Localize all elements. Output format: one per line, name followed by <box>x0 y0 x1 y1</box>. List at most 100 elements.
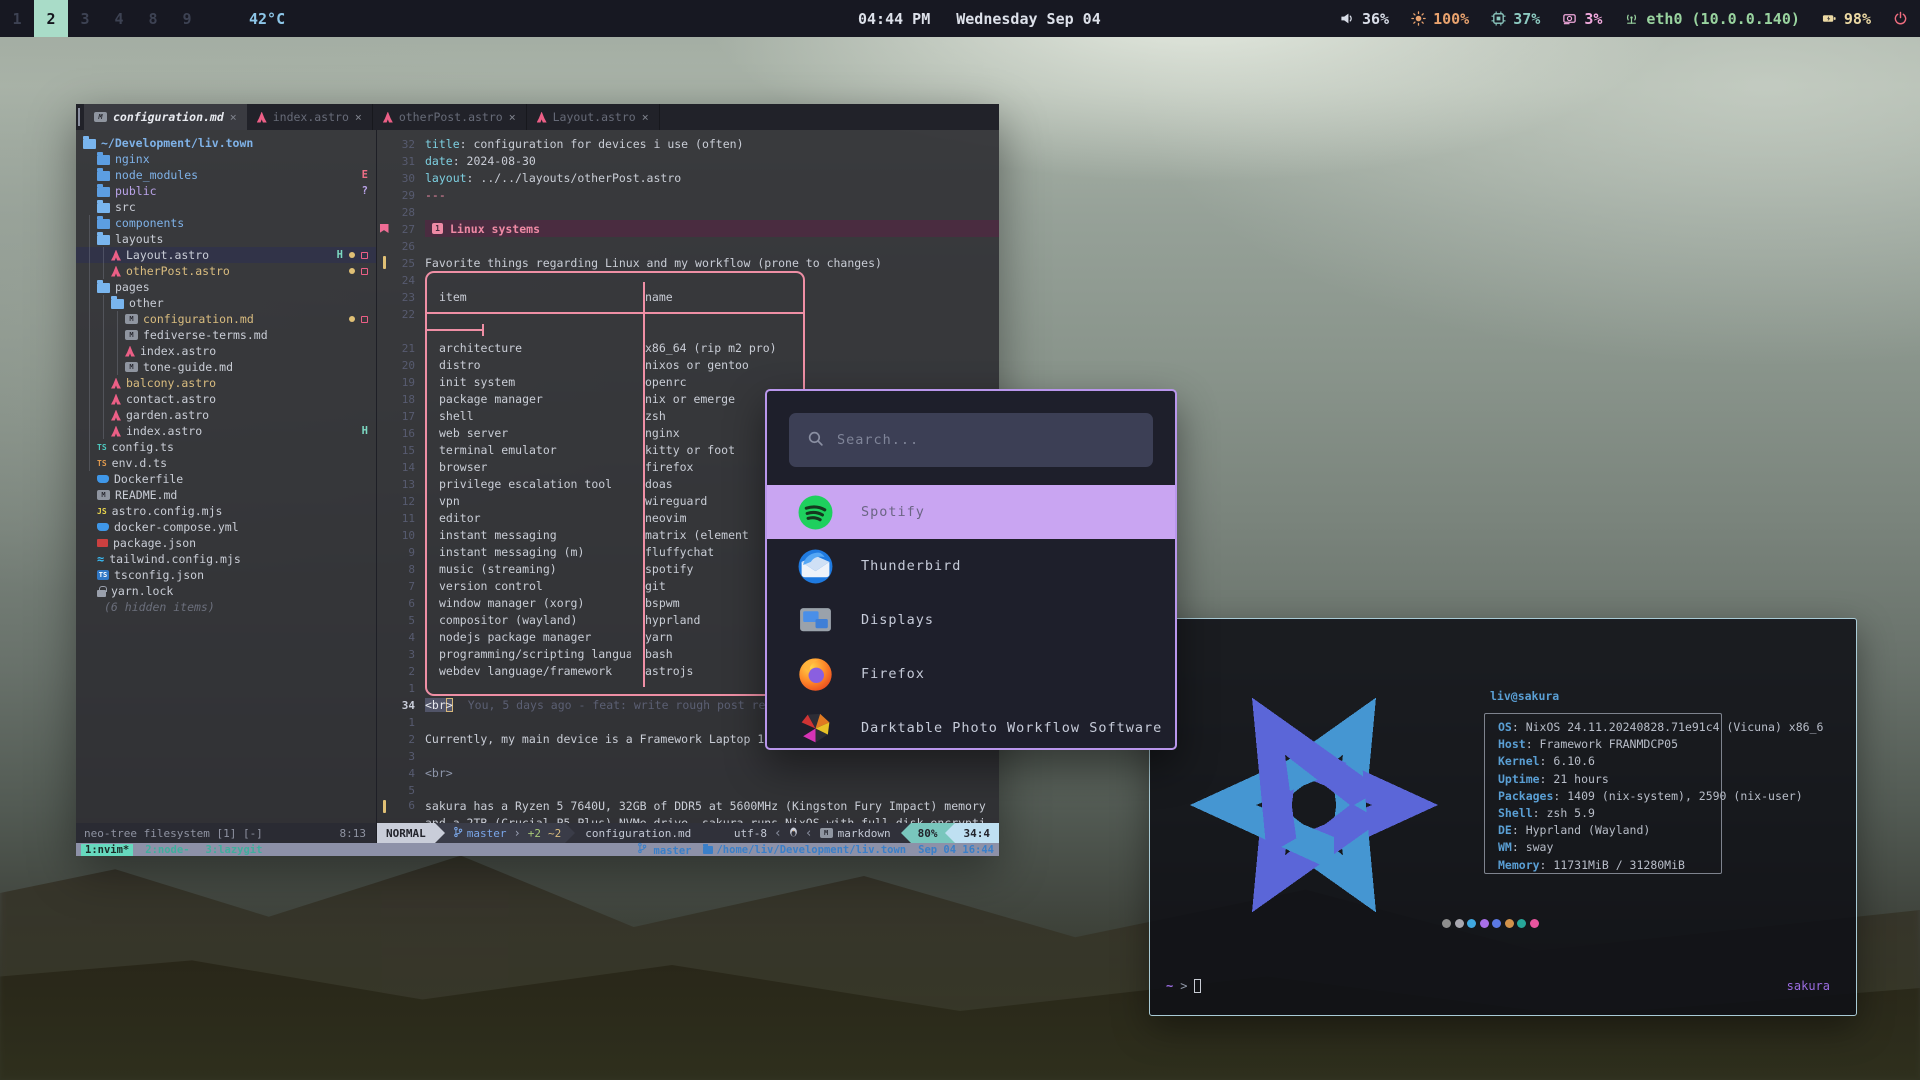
git-change-sign <box>383 256 386 269</box>
line-number: 7 <box>391 579 415 593</box>
tree-item-env.d.ts[interactable]: TSenv.d.ts <box>76 455 376 471</box>
git-changed-count: ~2 <box>548 827 561 840</box>
tree-item-configuration.md[interactable]: Mconfiguration.md <box>76 311 376 327</box>
line-number: 34 <box>391 698 415 712</box>
tree-item-package.json[interactable]: package.json <box>76 535 376 551</box>
tree-item-src[interactable]: src <box>76 199 376 215</box>
tmux-window-3:lazygit[interactable]: 3:lazygit <box>202 844 267 856</box>
module-volume[interactable]: 36% <box>1340 10 1389 28</box>
tmux-window-1:nvim*[interactable]: 1:nvim* <box>81 844 133 856</box>
time-value: 04:44 PM <box>858 10 930 28</box>
tree-item-config.ts[interactable]: TSconfig.ts <box>76 439 376 455</box>
md-icon: M <box>97 490 110 500</box>
module-gpu[interactable]: 3% <box>1562 10 1602 28</box>
tree-item-fediverse-terms.md[interactable]: Mfediverse-terms.md <box>76 327 376 343</box>
tree-item-docker-compose.yml[interactable]: docker-compose.yml <box>76 519 376 535</box>
tree-item-index.astro[interactable]: index.astroH <box>76 423 376 439</box>
workspace-8[interactable]: 8 <box>136 0 170 37</box>
editor-line: 24 <box>377 271 999 288</box>
launcher-item-Firefox[interactable]: Firefox <box>767 647 1175 701</box>
module-brightness[interactable]: 100% <box>1411 10 1469 28</box>
tree-item-nginx[interactable]: nginx <box>76 151 376 167</box>
markdown-table-row: version controlgit <box>425 577 805 594</box>
module-battery[interactable]: 98% <box>1822 10 1871 28</box>
file-encoding: utf-8 <box>734 827 767 840</box>
tree-item-pages[interactable]: pages <box>76 279 376 295</box>
vim-cursor: > <box>446 698 453 712</box>
launcher-item-Spotify[interactable]: Spotify <box>767 485 1175 539</box>
module-network[interactable]: eth0 (10.0.0.140) <box>1624 10 1800 28</box>
tab-configuration.md[interactable]: Mconfiguration.md× <box>84 104 247 130</box>
workspace-9[interactable]: 9 <box>170 0 204 37</box>
tree-item-other[interactable]: other <box>76 295 376 311</box>
statusline-filename: configuration.md <box>585 827 691 840</box>
app-list: SpotifyThunderbirdDisplaysFirefoxDarktab… <box>767 485 1175 748</box>
line-number: 13 <box>391 477 415 491</box>
tree-item-contact.astro[interactable]: contact.astro <box>76 391 376 407</box>
tree-item-tailwind.config.mjs[interactable]: ≈tailwind.config.mjs <box>76 551 376 567</box>
close-icon[interactable]: × <box>355 110 362 124</box>
tree-item-README.md[interactable]: MREADME.md <box>76 487 376 503</box>
launcher-item-Thunderbird[interactable]: Thunderbird <box>767 539 1175 593</box>
tree-item-tone-guide.md[interactable]: Mtone-guide.md <box>76 359 376 375</box>
modified-dot-icon <box>349 268 355 274</box>
unstaged-square-icon <box>361 252 368 259</box>
markdown-table-row: distronixos or gentoo <box>425 356 805 373</box>
tree-item-Dockerfile[interactable]: Dockerfile <box>76 471 376 487</box>
launcher-item-Displays[interactable]: Displays <box>767 593 1175 647</box>
shell-prompt[interactable]: ~ > <box>1166 979 1201 993</box>
tmux-window-2:node-[interactable]: 2:node- <box>141 844 193 856</box>
tree-item-components[interactable]: components <box>76 215 376 231</box>
tab-index.astro[interactable]: index.astro× <box>247 104 373 130</box>
editor-line: 25Favorite things regarding Linux and my… <box>377 254 999 271</box>
astro-icon <box>537 112 547 123</box>
markdown-table-row <box>425 679 805 696</box>
folder-open-icon <box>83 139 96 149</box>
docker-icon <box>97 523 109 531</box>
tab-Layout.astro[interactable]: Layout.astro× <box>527 104 660 130</box>
line-number: 22 <box>391 307 415 321</box>
tree-item-otherPost.astro[interactable]: otherPost.astro <box>76 263 376 279</box>
tree-item-tsconfig.json[interactable]: TStsconfig.json <box>76 567 376 583</box>
tree-item-yarn.lock[interactable]: yarn.lock <box>76 583 376 599</box>
close-icon[interactable]: × <box>509 110 516 124</box>
workspace-1[interactable]: 1 <box>0 0 34 37</box>
tree-item-(6 hidden items)[interactable]: (6 hidden items) <box>76 599 376 615</box>
tree-item-balcony.astro[interactable]: balcony.astro <box>76 375 376 391</box>
workspace-2[interactable]: 2 <box>34 0 68 37</box>
tab-otherPost.astro[interactable]: otherPost.astro× <box>373 104 527 130</box>
tree-item-public[interactable]: public? <box>76 183 376 199</box>
markdown-table-row: instant messaging (m)fluffychat <box>425 543 805 560</box>
line-number: 6 <box>391 596 415 610</box>
tree-item-layouts[interactable]: layouts <box>76 231 376 247</box>
fastfetch-terminal-window[interactable]: liv@sakura OS: NixOS 24.11.20240828.71e9… <box>1149 618 1857 1016</box>
line-number: 19 <box>391 375 415 389</box>
neotree-file-explorer[interactable]: ~/Development/liv.townnginxnode_modulesE… <box>76 130 377 823</box>
tree-item-node_modules[interactable]: node_modulesE <box>76 167 376 183</box>
markdown-table-row: web servernginx <box>425 424 805 441</box>
search-box[interactable]: Search... <box>789 413 1153 467</box>
tree-item-index.astro[interactable]: index.astro <box>76 343 376 359</box>
git-status-mark: ? <box>362 185 368 197</box>
launcher-item-Darktable Photo Workflow Software[interactable]: Darktable Photo Workflow Software <box>767 701 1175 750</box>
close-icon[interactable]: × <box>642 110 649 124</box>
module-cpu[interactable]: 37% <box>1491 10 1540 28</box>
tree-item-~/Development/liv.town[interactable]: ~/Development/liv.town <box>76 135 376 151</box>
close-icon[interactable]: × <box>230 110 237 124</box>
desktop: 123489 42°C 04:44 PM Wednesday Sep 04 36… <box>0 0 1920 1080</box>
fastfetch-field: Memory: 11731MiB / 31280MiB <box>1498 857 1823 874</box>
line-number: 17 <box>391 409 415 423</box>
module-power[interactable] <box>1893 11 1908 26</box>
astro-icon <box>111 266 121 277</box>
tree-item-garden.astro[interactable]: garden.astro <box>76 407 376 423</box>
git-branch-icon <box>637 845 647 857</box>
tree-item-astro.config.mjs[interactable]: JSastro.config.mjs <box>76 503 376 519</box>
app-launcher: Search... SpotifyThunderbirdDisplaysFire… <box>765 389 1177 750</box>
bookmark-icon <box>380 224 389 233</box>
tree-item-Layout.astro[interactable]: Layout.astroH <box>76 247 376 263</box>
md-icon: M <box>125 314 138 324</box>
line-number: 9 <box>391 545 415 559</box>
cpu-icon <box>1491 11 1506 26</box>
workspace-4[interactable]: 4 <box>102 0 136 37</box>
workspace-3[interactable]: 3 <box>68 0 102 37</box>
